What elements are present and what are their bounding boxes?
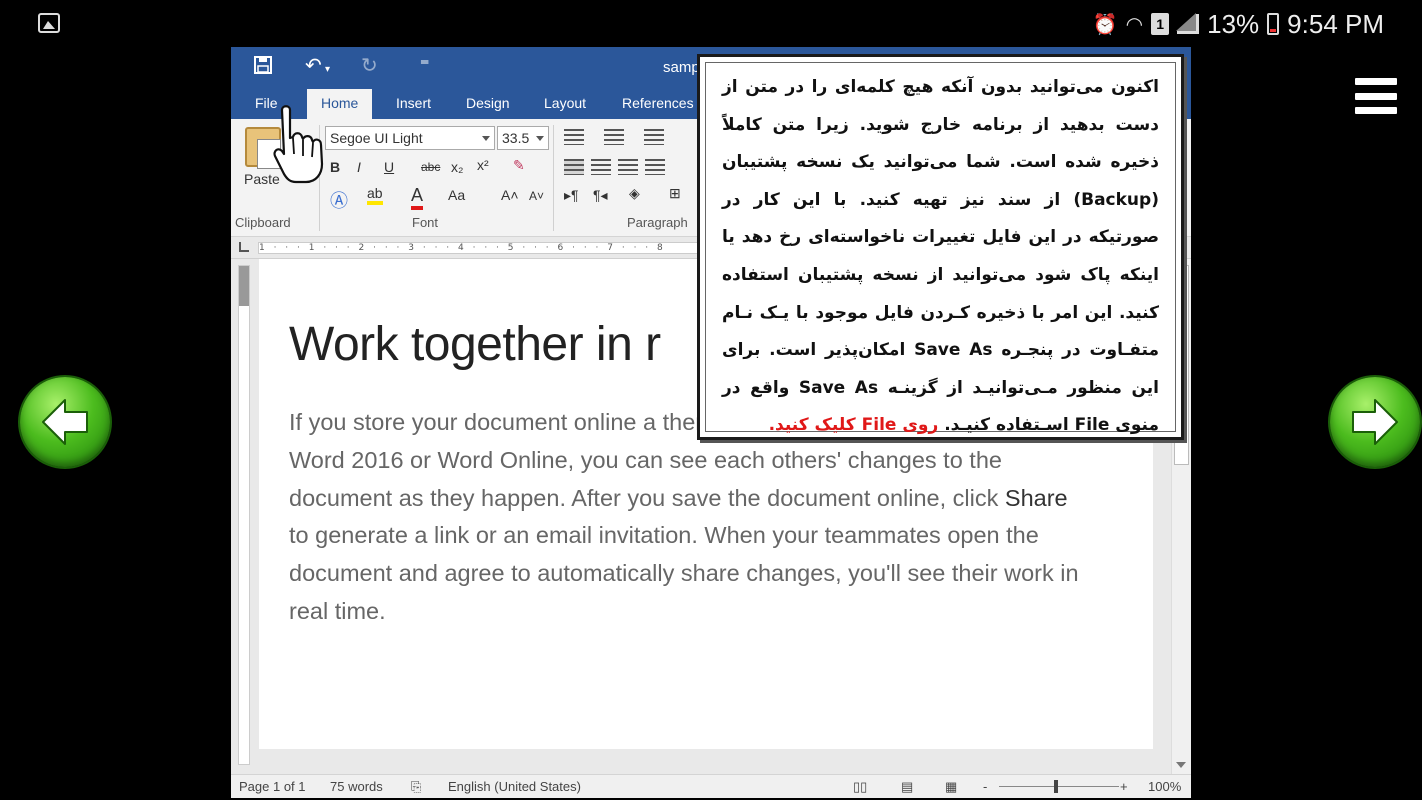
align-right-icon[interactable] (618, 159, 638, 175)
menu-icon[interactable] (1355, 78, 1397, 114)
tab-selector-icon[interactable] (239, 242, 249, 252)
zoom-out-button[interactable]: - (983, 779, 987, 794)
bullets-icon[interactable] (564, 129, 584, 145)
group-label-clipboard: Clipboard (235, 215, 291, 230)
justify-icon[interactable] (645, 159, 665, 175)
scroll-down-icon[interactable] (1176, 762, 1186, 768)
callout-action-text: روی File کلیک کنید. (768, 415, 945, 436)
group-divider (553, 125, 554, 231)
instruction-callout: اکنون می‌توانید بدون آنکه هیچ کلمه‌ای را… (697, 54, 1184, 440)
word-status-bar: Page 1 of 1 75 words ⎘ English (United S… (231, 774, 1191, 798)
sim-badge: 1 (1151, 13, 1170, 35)
shrink-font-button[interactable]: A˅ (529, 189, 544, 203)
android-status-bar: ⏰ ◠ 1 13% 9:54 PM (0, 0, 1422, 48)
document-title: samp (663, 59, 700, 76)
gallery-notification-icon (38, 13, 60, 33)
align-left-icon[interactable] (564, 159, 584, 175)
screen: ⏰ ◠ 1 13% 9:54 PM ↶ ▾ ↻ ═ samp File Home… (0, 0, 1422, 800)
change-case-button[interactable]: Aa (448, 187, 465, 203)
clock: 9:54 PM (1287, 8, 1384, 39)
underline-button[interactable]: U (384, 159, 394, 175)
font-color-button[interactable]: A (411, 185, 424, 210)
document-heading: Work together in r (289, 318, 661, 371)
superscript-button[interactable]: x² (477, 157, 489, 173)
web-layout-icon[interactable]: ▦ (945, 779, 957, 795)
borders-icon[interactable]: ⊞ (669, 185, 681, 202)
wifi-icon: ◠ (1125, 13, 1144, 36)
zoom-slider-thumb[interactable] (1054, 780, 1058, 793)
menu-line (1355, 78, 1397, 85)
body-text-end: to generate a link or an email invitatio… (289, 522, 1079, 624)
alarm-icon: ⏰ (1092, 13, 1118, 36)
zoom-level[interactable]: 100% (1148, 779, 1181, 794)
battery-icon (1267, 13, 1280, 35)
zoom-in-button[interactable]: + (1120, 779, 1128, 794)
menu-line (1355, 107, 1397, 114)
previous-arrow-icon[interactable] (20, 377, 110, 467)
proofing-icon[interactable]: ⎘ (411, 779, 421, 795)
font-name-value: Segoe UI Light (330, 130, 423, 146)
vertical-ruler (231, 259, 259, 774)
multilevel-list-icon[interactable] (644, 129, 664, 145)
ruler-scale: 1 · · · 1 · · · 2 · · · 3 · · · 4 · · · … (258, 242, 698, 254)
signal-icon (1176, 13, 1200, 34)
text-effects-icon[interactable]: Ⓐ (330, 187, 348, 213)
language[interactable]: English (United States) (448, 779, 581, 794)
page-count[interactable]: Page 1 of 1 (239, 779, 306, 794)
customize-qat-icon[interactable]: ═ (421, 55, 428, 69)
save-icon[interactable] (253, 55, 273, 80)
read-mode-icon[interactable]: ▯▯ (853, 779, 867, 795)
print-layout-icon[interactable]: ▤ (901, 779, 913, 795)
chevron-down-icon (482, 136, 490, 141)
word-count[interactable]: 75 words (330, 779, 383, 794)
battery-percent: 13% (1207, 8, 1260, 39)
tab-design[interactable]: Design (466, 95, 510, 111)
next-arrow-icon[interactable] (1330, 377, 1420, 467)
subscript-button[interactable]: x₂ (451, 159, 463, 175)
grow-font-button[interactable]: A˄ (501, 187, 519, 203)
rtl-icon[interactable]: ¶◂ (593, 187, 608, 204)
italic-button[interactable]: I (357, 159, 361, 175)
zoom-slider[interactable] (999, 786, 1119, 787)
highlight-icon[interactable]: ab (367, 185, 383, 205)
tab-insert[interactable]: Insert (396, 95, 431, 111)
callout-text: اکنون می‌توانید بدون آنکه هیچ کلمه‌ای را… (722, 69, 1159, 445)
strikethrough-button[interactable]: abc (421, 160, 440, 174)
clear-formatting-icon[interactable]: ✎ (513, 157, 525, 174)
vertical-ruler-scale (238, 265, 250, 765)
shading-icon[interactable]: ◈ (629, 185, 640, 202)
callout-main-text: اکنون می‌توانید بدون آنکه هیچ کلمه‌ای را… (722, 77, 1159, 436)
numbering-icon[interactable] (604, 129, 624, 145)
tab-layout[interactable]: Layout (544, 95, 586, 111)
tab-references[interactable]: References (622, 95, 694, 111)
redo-icon[interactable]: ↻ (361, 53, 378, 77)
font-size-select[interactable]: 33.5 (497, 126, 549, 150)
font-name-select[interactable]: Segoe UI Light (325, 126, 495, 150)
bold-button[interactable]: B (330, 159, 340, 175)
hand-pointer-icon (273, 105, 324, 184)
body-share-word: Share (1004, 484, 1068, 511)
callout-inner: اکنون می‌توانید بدون آنکه هیچ کلمه‌ای را… (705, 62, 1176, 435)
font-size-value: 33.5 (502, 130, 530, 146)
ltr-icon[interactable]: ▸¶ (564, 187, 579, 204)
status-icons: ⏰ ◠ 1 13% 9:54 PM (1092, 8, 1384, 39)
group-label-font: Font (412, 215, 439, 230)
group-label-paragraph: Paragraph (627, 215, 688, 230)
align-center-icon[interactable] (591, 159, 611, 175)
chevron-down-icon (536, 136, 544, 141)
undo-icon[interactable]: ↶ ▾ (305, 53, 330, 77)
menu-line (1355, 92, 1397, 100)
